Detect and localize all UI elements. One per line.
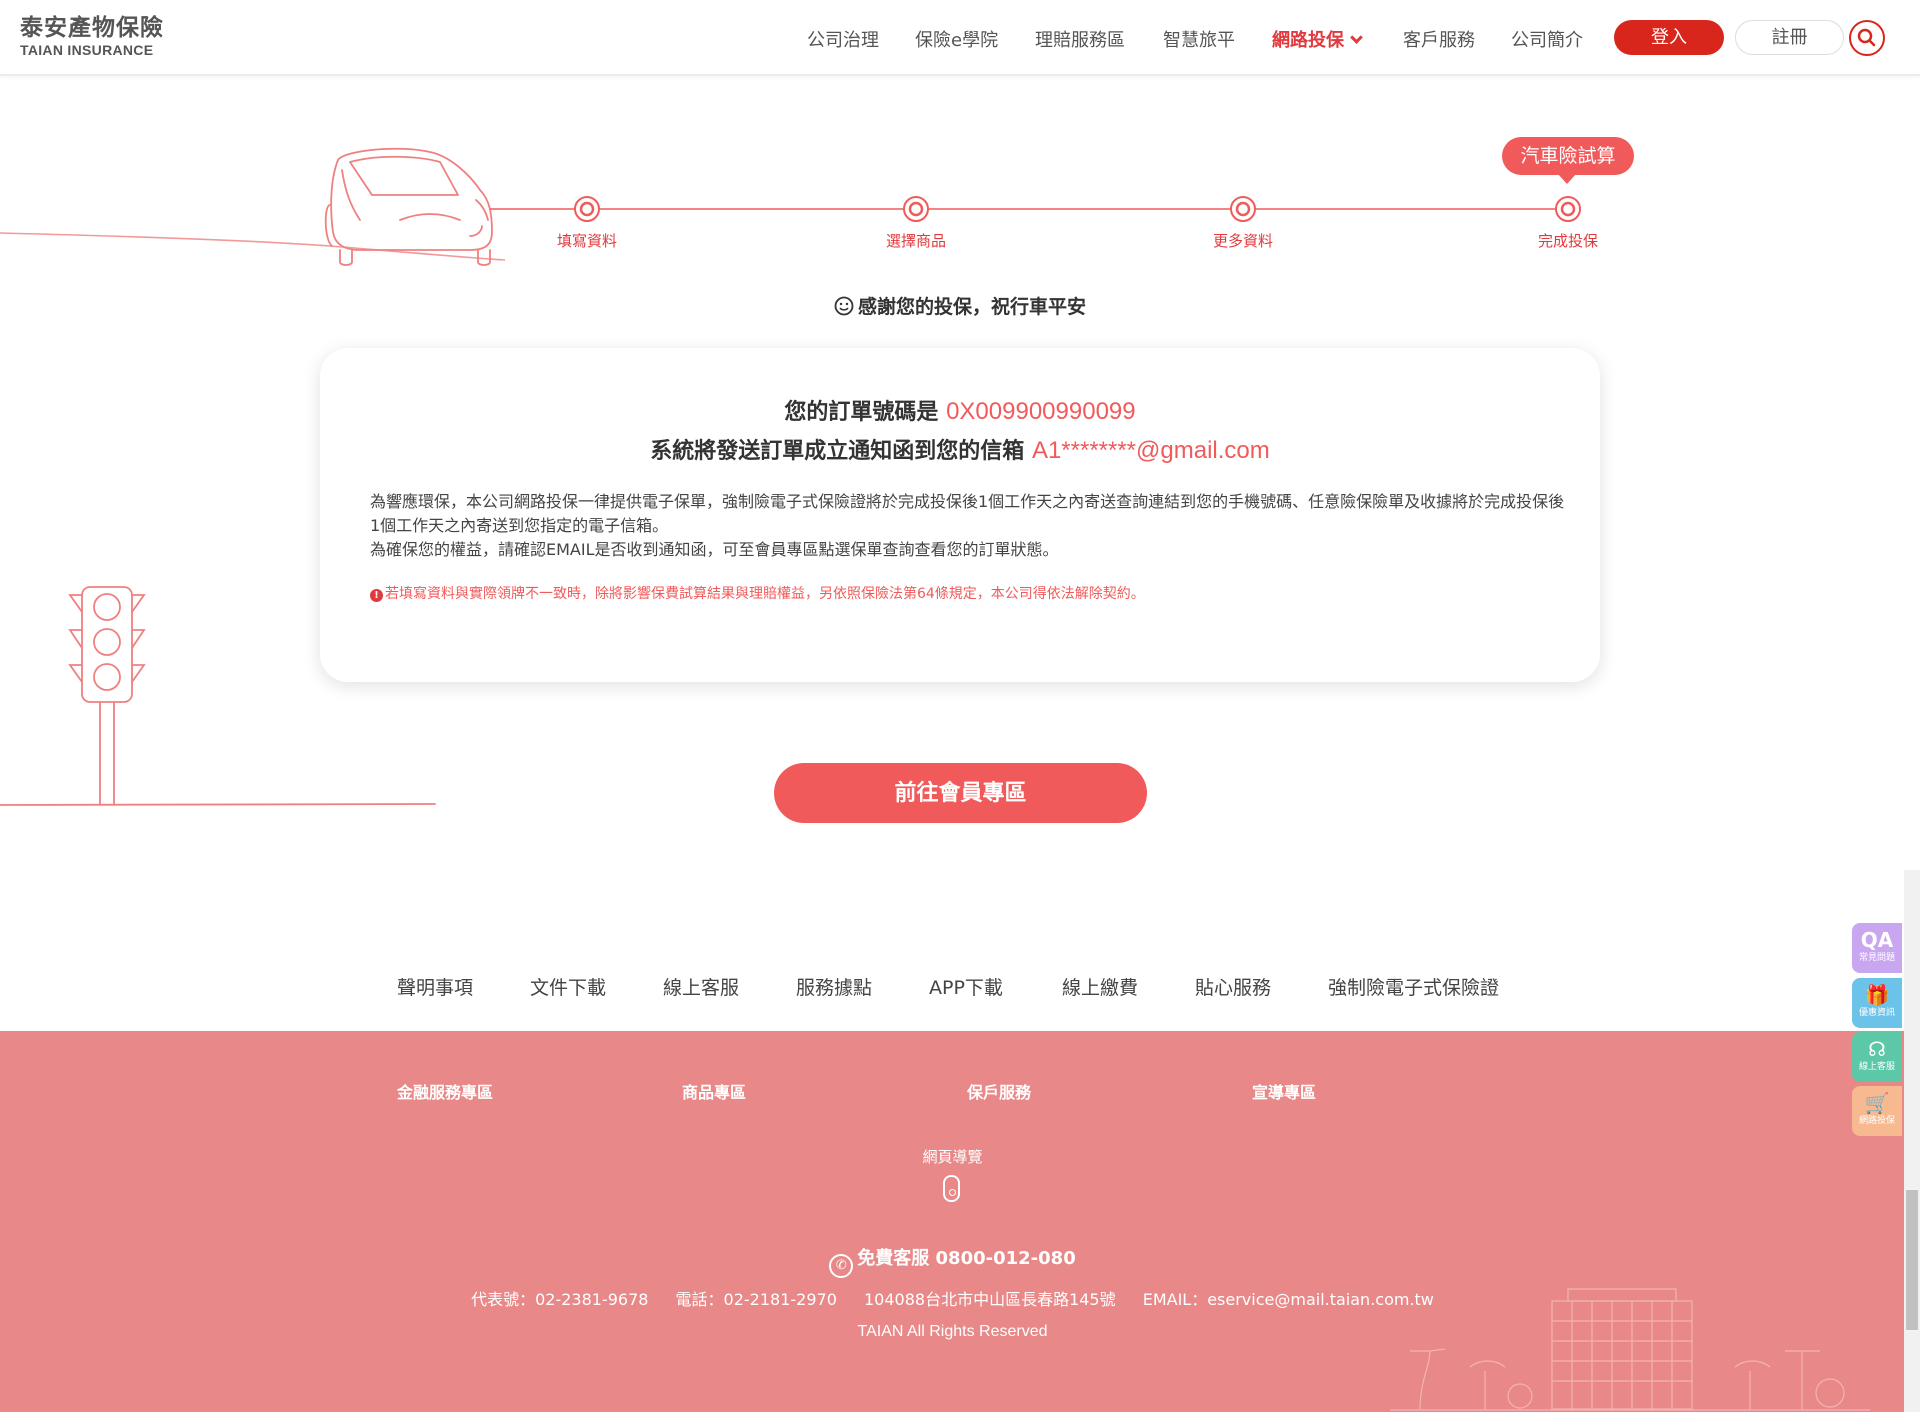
nav-customer-service[interactable]: 客戶服務 xyxy=(1403,26,1475,52)
qa-icon: QA xyxy=(1860,928,1894,952)
footer-link-disclaimer[interactable]: 聲明事項 xyxy=(397,973,473,1000)
order-number-prefix: 您的訂單號碼是 xyxy=(784,400,939,425)
thanks-message: 感謝您的投保，祝行車平安 xyxy=(0,292,1920,319)
search-icon xyxy=(1857,28,1876,47)
side-faq-button[interactable]: QA 常見問題 xyxy=(1852,923,1902,973)
go-to-member-area-button[interactable]: 前往會員專區 xyxy=(774,763,1147,823)
footer-col-policyholder[interactable]: 保戶服務 xyxy=(967,1079,1031,1103)
side-buy-label: 網路投保 xyxy=(1858,1116,1895,1126)
road-line xyxy=(0,232,506,261)
side-buy-button[interactable]: 🛒 網路投保 xyxy=(1852,1086,1902,1136)
footer-link-online-support[interactable]: 線上客服 xyxy=(663,973,739,1000)
nav-company-intro[interactable]: 公司簡介 xyxy=(1511,26,1583,52)
logo-english: TAIAN INSURANCE xyxy=(20,42,154,58)
thanks-text: 感謝您的投保，祝行車平安 xyxy=(857,296,1086,318)
footer-link-downloads[interactable]: 文件下載 xyxy=(530,973,606,1000)
register-button[interactable]: 註冊 xyxy=(1735,20,1844,55)
side-faq-label: 常見問題 xyxy=(1858,953,1895,963)
side-chat-label: 線上客服 xyxy=(1858,1062,1895,1072)
eco-policy-notice: 為響應環保，本公司網路投保一律提供電子保單，強制險電子式保險證將於完成投保後1個… xyxy=(370,492,1565,535)
scrollbar-track[interactable] xyxy=(1904,870,1920,1412)
nav-corporate-governance[interactable]: 公司治理 xyxy=(807,26,879,52)
nav-claims-service[interactable]: 理賠服務區 xyxy=(1035,26,1125,52)
nav-insurance-academy[interactable]: 保險e學院 xyxy=(915,26,998,52)
step-3-marker xyxy=(1230,196,1256,222)
email-address: A1********@gmail.com xyxy=(1031,437,1270,464)
gift-icon: 🎁 xyxy=(1864,983,1890,1007)
logo-chinese: 泰安產物保險 xyxy=(20,15,164,41)
building-illustration xyxy=(1390,1288,1870,1411)
warning-notice: ! 若填寫資料與實際領牌不一致時，除將影響保費試算結果與理賠權益，另依照保險法第6… xyxy=(370,583,1570,603)
footer-link-service-locations[interactable]: 服務據點 xyxy=(796,973,872,1000)
chevron-down-icon xyxy=(1350,31,1363,44)
footer-link-caring-service[interactable]: 貼心服務 xyxy=(1195,973,1271,1000)
contact-address: 104088台北市中山區長春路145號 xyxy=(863,1290,1116,1309)
footer-col-products[interactable]: 商品專區 xyxy=(682,1079,746,1103)
login-button[interactable]: 登入 xyxy=(1614,20,1724,55)
sitemap-label[interactable]: 網頁導覽 xyxy=(0,1146,1905,1167)
step-label-2: 選擇商品 xyxy=(885,232,946,250)
nav-online-insurance[interactable]: 網路投保 xyxy=(1272,26,1363,52)
site-header: 泰安產物保險 TAIAN INSURANCE 公司治理 保險e學院 理賠服務區 … xyxy=(0,0,1920,76)
step-label-4: 完成投保 xyxy=(1537,232,1598,250)
warning-text: 若填寫資料與實際領牌不一致時，除將影響保費試算結果與理賠權益，另依照保險法第64… xyxy=(385,586,1145,602)
order-number-line: 您的訂單號碼是 0X009900990099 xyxy=(320,394,1600,426)
step-tag-car-quote: 汽車險試算 xyxy=(1502,137,1634,184)
footer-col-advocacy[interactable]: 宣導專區 xyxy=(1252,1079,1316,1103)
smile-icon xyxy=(834,296,854,316)
taian-logo[interactable]: 泰安產物保險 TAIAN INSURANCE xyxy=(20,14,164,58)
confirm-email-notice: 為確保您的權益，請確認EMAIL是否收到通知函，可至會員專區點選保單查詢查看您的… xyxy=(370,540,1059,559)
step-label-3: 更多資料 xyxy=(1212,232,1273,250)
headset-icon: ☊ xyxy=(1868,1037,1886,1061)
nav-online-insurance-label: 網路投保 xyxy=(1272,30,1344,51)
step-4-marker xyxy=(1555,196,1581,222)
footer-link-app-download[interactable]: APP下載 xyxy=(929,973,1003,1000)
email-prefix: 系統將發送訂單成立通知函到您的信箱 xyxy=(650,439,1025,464)
step-2-marker xyxy=(903,196,929,222)
order-number: 0X009900990099 xyxy=(946,398,1136,425)
side-chat-button[interactable]: ☊ 線上客服 xyxy=(1852,1032,1902,1082)
side-offers-button[interactable]: 🎁 優惠資訊 xyxy=(1852,978,1902,1028)
footer-col-financial[interactable]: 金融服務專區 xyxy=(397,1079,493,1103)
phone-icon: ✆ xyxy=(829,1254,854,1278)
email-line: 系統將發送訂單成立通知函到您的信箱 A1********@gmail.com xyxy=(320,433,1600,465)
contact-main-number: 代表號：02-2381-9678 xyxy=(471,1290,649,1309)
scroll-mouse-icon[interactable] xyxy=(943,1175,960,1202)
hotline-text: 免費客服 0800-012-080 xyxy=(857,1248,1076,1269)
footer-link-online-payment[interactable]: 線上繳費 xyxy=(1062,973,1138,1000)
step-1-marker xyxy=(574,196,600,222)
step-label-1: 填寫資料 xyxy=(556,232,617,250)
footer-link-compulsory-certificate[interactable]: 強制險電子式保險證 xyxy=(1328,973,1499,1000)
order-confirmation-card: 您的訂單號碼是 0X009900990099 系統將發送訂單成立通知函到您的信箱… xyxy=(320,348,1600,682)
side-offers-label: 優惠資訊 xyxy=(1858,1008,1895,1018)
cart-icon: 🛒 xyxy=(1864,1091,1890,1115)
alert-icon: ! xyxy=(370,589,383,602)
contact-phone: 電話：02-2181-2970 xyxy=(675,1290,837,1309)
nav-smart-travel[interactable]: 智慧旅平 xyxy=(1163,26,1235,52)
site-footer: 金融服務專區 商品專區 保戶服務 宣導專區 網頁導覽 ✆ 免費客服 0800-01… xyxy=(0,1031,1920,1412)
search-button[interactable] xyxy=(1849,20,1885,56)
scrollbar-thumb[interactable] xyxy=(1906,1190,1918,1330)
